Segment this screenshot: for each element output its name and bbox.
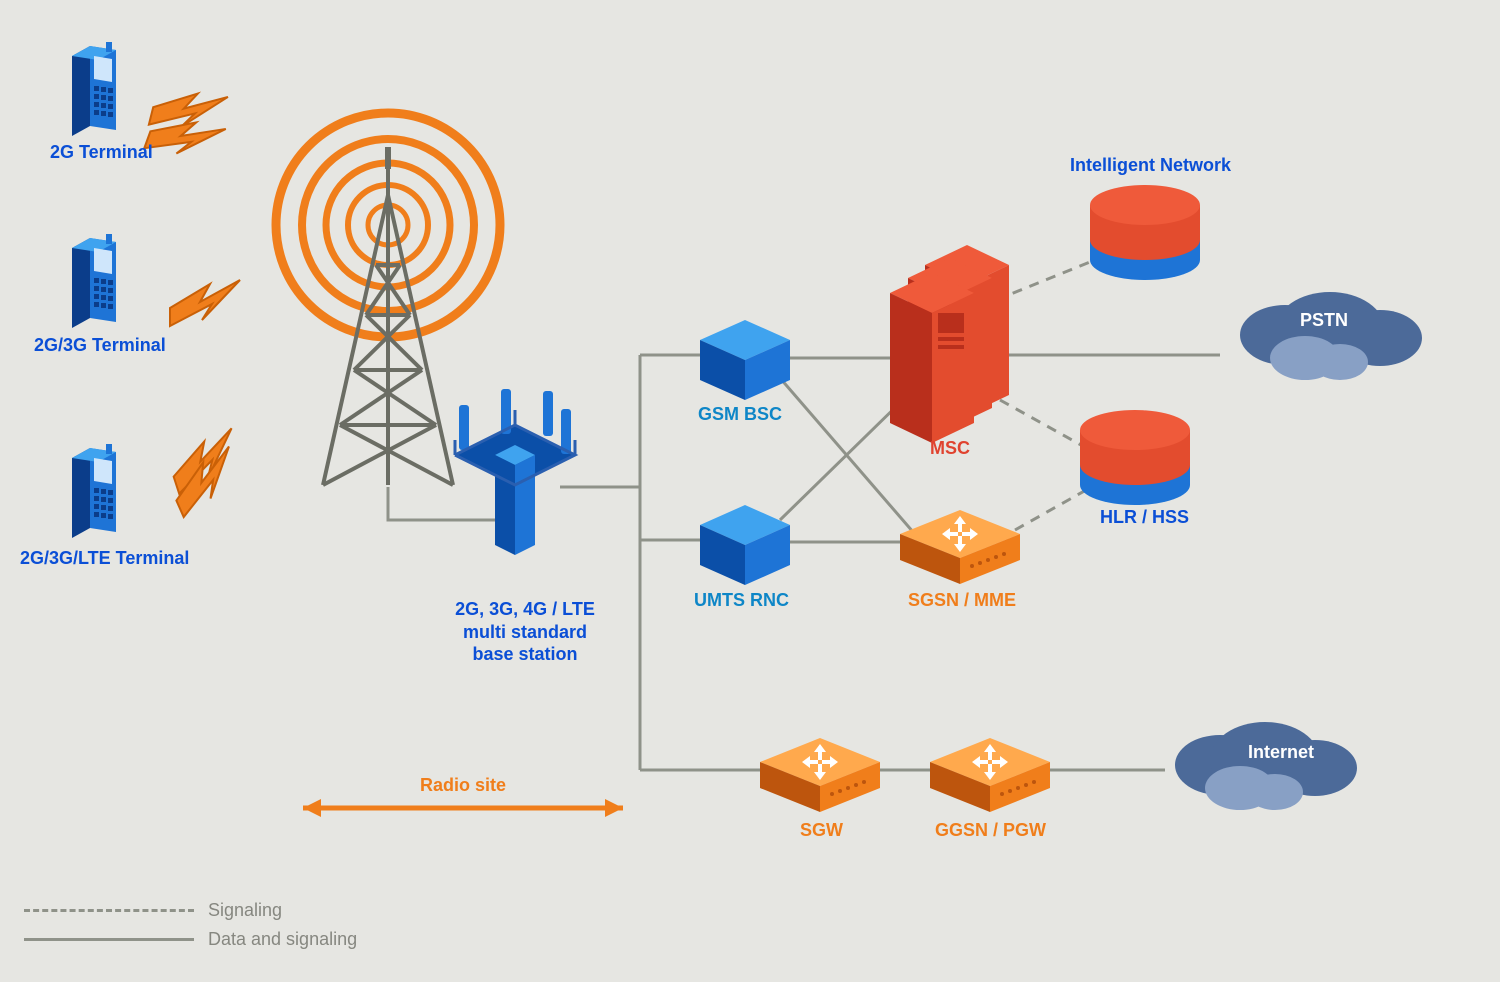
- terminal-2g3g-label: 2G/3G Terminal: [34, 335, 166, 356]
- diagram-stage: 2G Terminal 2G/3G Terminal 2G/3G/LTE Ter…: [0, 0, 1500, 982]
- base-station-label-line1: 2G, 3G, 4G / LTE: [455, 599, 595, 619]
- pstn-cloud-icon: [1240, 292, 1422, 380]
- base-station-icon: [455, 389, 575, 555]
- legend-signaling-label: Signaling: [208, 900, 282, 921]
- legend-both-label: Data and signaling: [208, 929, 357, 950]
- base-station-label: 2G, 3G, 4G / LTE multi standard base sta…: [440, 598, 610, 666]
- hlr-hss-label: HLR / HSS: [1100, 507, 1189, 528]
- sgsn-mme-label: SGSN / MME: [908, 590, 1016, 611]
- terminal-2g-label: 2G Terminal: [50, 142, 153, 163]
- radio-site-label: Radio site: [420, 775, 506, 796]
- msc-icon: [890, 245, 1009, 443]
- pstn-label: PSTN: [1300, 310, 1348, 331]
- umts-rnc-label: UMTS RNC: [694, 590, 789, 611]
- phone-2g3g-icon: [72, 234, 116, 328]
- diagram-canvas: [0, 0, 1500, 982]
- intelligent-network-label: Intelligent Network: [1070, 155, 1231, 176]
- sgw-icon: [760, 738, 880, 812]
- gsm-bsc-icon: [700, 320, 790, 400]
- legend: Signaling Data and signaling: [24, 892, 357, 958]
- phone-2g-icon: [72, 42, 116, 136]
- base-station-label-line2: multi standard: [463, 622, 587, 642]
- ggsn-pgw-icon: [930, 738, 1050, 812]
- hlr-hss-icon: [1080, 410, 1190, 505]
- sgw-label: SGW: [800, 820, 843, 841]
- radio-site-arrow-icon: [303, 799, 623, 817]
- legend-both: Data and signaling: [24, 929, 357, 950]
- phone-2g3glte-icon: [72, 444, 116, 538]
- legend-dashed-line-icon: [24, 909, 194, 912]
- signaling-links: [996, 260, 1095, 530]
- legend-solid-line-icon: [24, 938, 194, 941]
- gsm-bsc-label: GSM BSC: [698, 404, 782, 425]
- terminal-2g3glte-label: 2G/3G/LTE Terminal: [20, 548, 189, 569]
- ggsn-pgw-label: GGSN / PGW: [935, 820, 1046, 841]
- msc-label: MSC: [930, 438, 970, 459]
- intelligent-network-icon: [1090, 185, 1200, 280]
- internet-label: Internet: [1248, 742, 1314, 763]
- radio-bolt-icon: [170, 280, 240, 326]
- umts-rnc-icon: [700, 505, 790, 585]
- internet-cloud-icon: [1175, 722, 1357, 810]
- base-station-label-line3: base station: [472, 644, 577, 664]
- legend-signaling: Signaling: [24, 900, 357, 921]
- sgsn-mme-icon: [900, 510, 1020, 584]
